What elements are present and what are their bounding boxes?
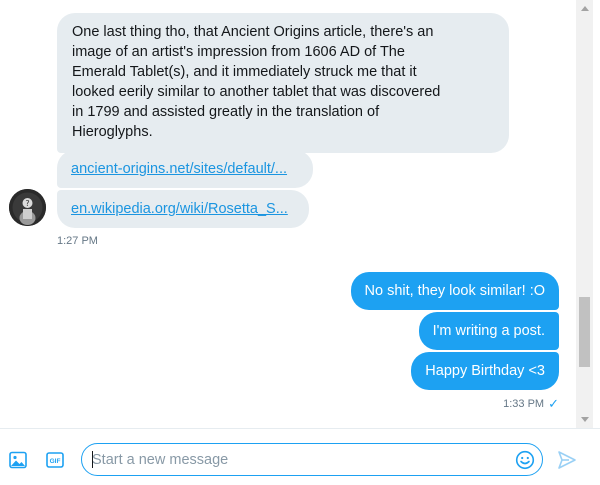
- avatar[interactable]: ?: [9, 189, 46, 226]
- incoming-timestamp: 1:27 PM: [57, 235, 98, 247]
- incoming-link-bubble: en.wikipedia.org/wiki/Rosetta_S...: [57, 190, 309, 228]
- outgoing-message-bubble: No shit, they look similar! :O: [350, 272, 559, 310]
- image-icon: [9, 451, 27, 469]
- add-photo-button[interactable]: [7, 449, 29, 471]
- outgoing-message-bubble: I'm writing a post.: [418, 312, 559, 350]
- svg-text:?: ?: [25, 199, 29, 208]
- incoming-link-bubble: ancient-origins.net/sites/default/...: [57, 150, 313, 188]
- add-gif-button[interactable]: GIF: [44, 449, 66, 471]
- avatar-image: ?: [9, 189, 46, 226]
- message-input-wrapper[interactable]: [81, 443, 543, 476]
- scroll-down-arrow-icon[interactable]: [576, 411, 593, 428]
- text-caret: [92, 451, 93, 468]
- send-button[interactable]: [555, 448, 579, 472]
- svg-text:GIF: GIF: [50, 458, 61, 465]
- emoji-button[interactable]: [514, 449, 536, 471]
- smiley-icon: [515, 450, 535, 470]
- wikipedia-link[interactable]: en.wikipedia.org/wiki/Rosetta_S...: [71, 201, 288, 217]
- outgoing-timestamp: 1:33 PM: [503, 398, 545, 410]
- checkmark-icon: ✓: [548, 396, 559, 411]
- scroll-up-arrow-icon[interactable]: [576, 0, 593, 17]
- ancient-origins-link[interactable]: ancient-origins.net/sites/default/...: [71, 161, 287, 177]
- scrollbar[interactable]: [576, 0, 593, 428]
- send-icon: [558, 451, 576, 469]
- outgoing-timestamp-row: 1:33 PM ✓: [503, 396, 559, 412]
- incoming-message-bubble: One last thing tho, that Ancient Origins…: [57, 13, 509, 153]
- scrollbar-thumb[interactable]: [579, 297, 590, 367]
- outgoing-message-bubble: Happy Birthday <3: [411, 352, 559, 390]
- message-input[interactable]: [92, 444, 512, 475]
- gif-icon: GIF: [46, 452, 64, 468]
- message-composer: GIF: [0, 428, 600, 485]
- message-thread[interactable]: One last thing tho, that Ancient Origins…: [0, 0, 576, 428]
